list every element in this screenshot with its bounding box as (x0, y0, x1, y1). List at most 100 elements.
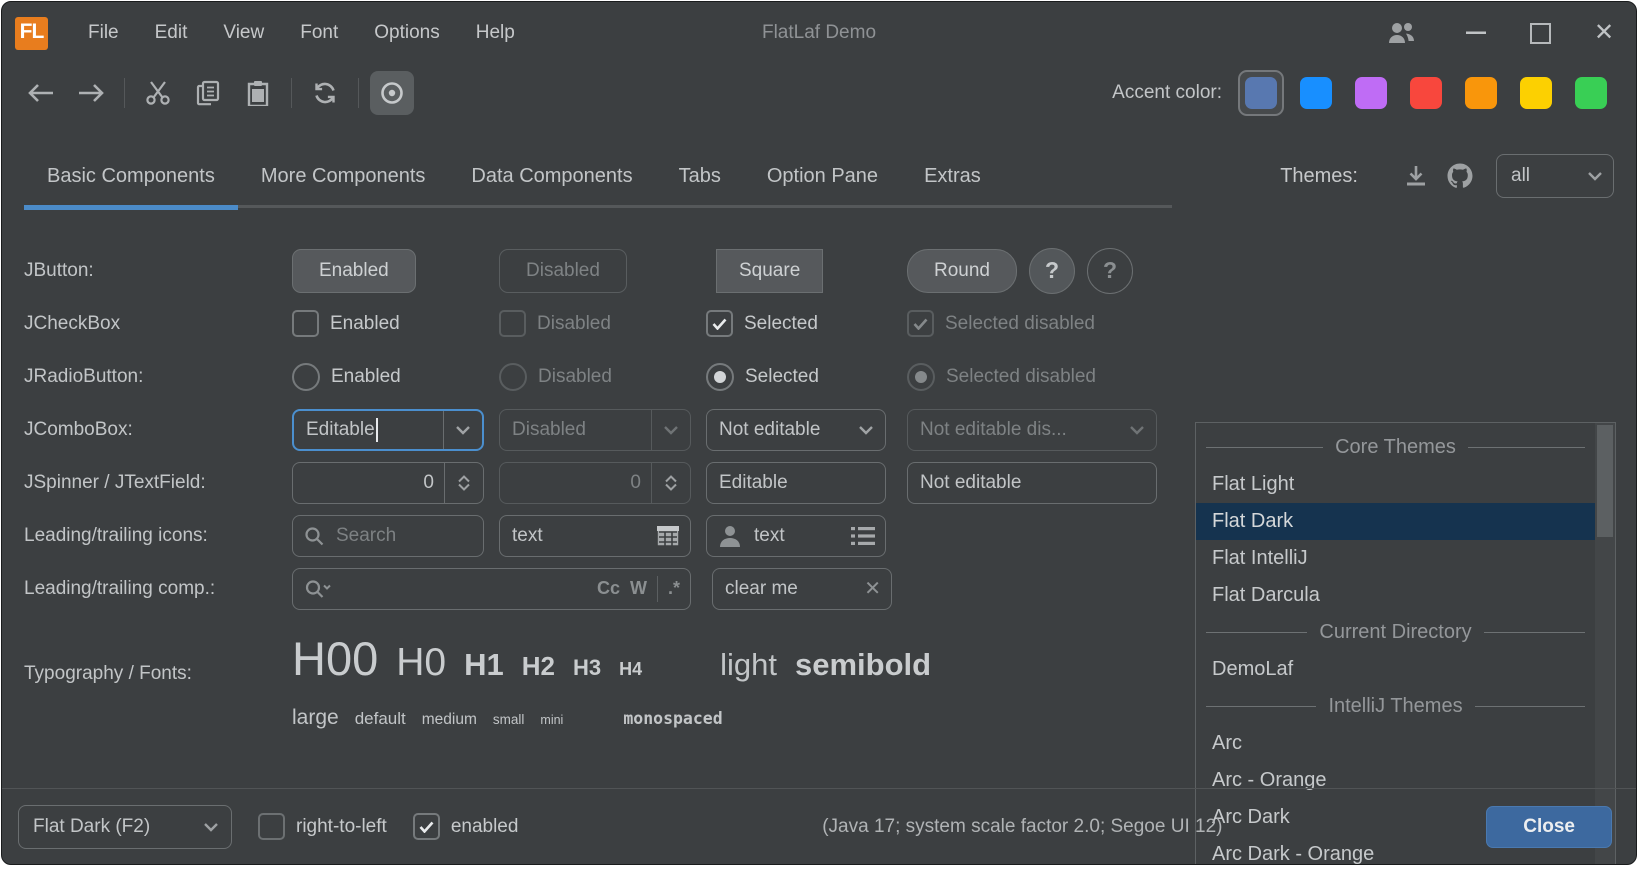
checkbox-selected[interactable]: Selected (706, 310, 818, 337)
weight-sample-light: light (720, 647, 777, 683)
combobox-not-editable[interactable]: Not editable (706, 409, 886, 451)
theme-filter-value: all (1497, 165, 1577, 187)
spinner-arrows-icon[interactable] (445, 463, 483, 503)
jradiobutton-row: JRadioButton: Enabled Disabled Selected … (24, 350, 1172, 403)
tab-more-components[interactable]: More Components (238, 142, 449, 210)
lookandfeel-combobox[interactable]: Flat Dark (F2) (18, 805, 232, 849)
theme-item-flat-light[interactable]: Flat Light (1196, 466, 1595, 503)
heading-sample-h3: H3 (573, 655, 601, 681)
menu-edit[interactable]: Edit (137, 2, 206, 64)
theme-filter-combobox[interactable]: all (1496, 154, 1614, 198)
maximize-button[interactable] (1508, 2, 1572, 64)
checkbox-enabled[interactable]: Enabled (292, 310, 400, 337)
close-button[interactable]: Close (1486, 806, 1612, 848)
theme-item-flat-dark[interactable]: Flat Dark (1196, 503, 1595, 540)
accent-swatch-purple[interactable] (1348, 70, 1394, 116)
enabled-button[interactable]: Enabled (292, 249, 416, 293)
menu-help[interactable]: Help (458, 2, 533, 64)
accent-swatch-yellow[interactable] (1513, 70, 1559, 116)
search-dropdown-icon[interactable] (304, 579, 332, 599)
combobox-disabled: Disabled (499, 409, 691, 451)
refresh-icon[interactable] (303, 71, 347, 115)
table-icon[interactable] (656, 525, 680, 547)
menu-view[interactable]: View (205, 2, 282, 64)
combobox-value: Disabled (500, 419, 651, 441)
chevron-down-icon (847, 410, 885, 450)
tab-extras[interactable]: Extras (901, 142, 1004, 210)
clear-icon[interactable]: ✕ (864, 576, 881, 601)
menu-file[interactable]: File (70, 2, 137, 64)
regex-button[interactable]: .* (668, 578, 680, 599)
heading-sample-h00: H00 (292, 631, 378, 686)
users-icon[interactable] (1370, 2, 1434, 64)
tab-data-components[interactable]: Data Components (448, 142, 655, 210)
combobox-not-editable-disabled: Not editable dis... (907, 409, 1157, 451)
checkmark-icon (907, 310, 934, 337)
paste-icon[interactable] (236, 71, 280, 115)
rtl-checkbox[interactable]: right-to-left (258, 813, 387, 840)
whole-word-button[interactable]: W (630, 578, 647, 599)
chevron-down-icon (191, 822, 231, 832)
radio-enabled[interactable]: Enabled (292, 363, 401, 391)
back-icon[interactable] (19, 71, 63, 115)
theme-item-arc[interactable]: Arc (1196, 725, 1595, 762)
forward-icon[interactable] (69, 71, 113, 115)
scrollbar-thumb[interactable] (1597, 425, 1613, 537)
radio-selected[interactable]: Selected (706, 363, 819, 391)
text-field-person[interactable]: text (706, 515, 886, 557)
round-button[interactable]: Round (907, 249, 1017, 293)
theme-item-demolaf[interactable]: DemoLaf (1196, 651, 1595, 688)
themes-separator: Current Directory (1196, 614, 1595, 651)
window-buttons: ✕ (1370, 2, 1636, 64)
minimize-button[interactable] (1444, 2, 1508, 64)
close-window-button[interactable]: ✕ (1572, 2, 1636, 64)
spinner-value[interactable]: 0 (293, 472, 444, 494)
size-sample-small: small (493, 712, 525, 727)
size-sample-mini: mini (540, 713, 563, 727)
cut-icon[interactable] (136, 71, 180, 115)
status-info: (Java 17; system scale factor 2.0; Segoe… (518, 816, 1486, 838)
clear-me-input[interactable]: clear me ✕ (712, 568, 892, 610)
github-icon[interactable] (1438, 154, 1482, 198)
leading-trailing-comp-row: Leading/trailing comp.: Cc W .* clear me… (24, 562, 1172, 615)
combobox-editable[interactable]: Editable (292, 409, 484, 451)
theme-item-flat-intellij[interactable]: Flat IntelliJ (1196, 540, 1595, 577)
accent-swatch-blue[interactable] (1293, 70, 1339, 116)
jcheckbox-label: JCheckBox (24, 313, 292, 335)
toolbar: Accent color: (2, 64, 1636, 122)
tab-option-pane[interactable]: Option Pane (744, 142, 901, 210)
accent-swatch-green[interactable] (1568, 70, 1614, 116)
textfield-editable[interactable]: Editable (706, 462, 886, 504)
menu-options[interactable]: Options (356, 2, 457, 64)
theme-item-flat-darcula[interactable]: Flat Darcula (1196, 577, 1595, 614)
chevron-down-icon[interactable] (444, 411, 482, 449)
download-icon[interactable] (1394, 154, 1438, 198)
show-icon[interactable] (370, 71, 414, 115)
accent-swatch-red[interactable] (1403, 70, 1449, 116)
size-sample-default: default (355, 709, 406, 729)
help-button[interactable]: ? (1029, 248, 1075, 294)
match-case-button[interactable]: Cc (597, 578, 620, 599)
checkbox-box (292, 310, 319, 337)
tab-basic-components[interactable]: Basic Components (24, 142, 238, 210)
text-field-table-icon[interactable]: text (499, 515, 691, 557)
text-caret (376, 418, 378, 442)
enabled-checkbox[interactable]: enabled (413, 813, 519, 840)
typography-headings: H00H0H1H2H3H4lightsemibold (292, 631, 931, 686)
search-input[interactable]: Search (292, 515, 484, 557)
accent-swatch-default[interactable] (1238, 70, 1284, 116)
square-button[interactable]: Square (716, 249, 823, 293)
radio-circle (292, 363, 320, 391)
copy-icon[interactable] (186, 71, 230, 115)
search-with-options-input[interactable]: Cc W .* (292, 568, 691, 610)
spinner[interactable]: 0 (292, 462, 484, 504)
menu-font[interactable]: Font (282, 2, 356, 64)
help-button-outline[interactable]: ? (1087, 248, 1133, 294)
app-logo-icon: FL (15, 17, 48, 50)
accent-swatch-color (1300, 77, 1332, 109)
tabstrip: Basic ComponentsMore ComponentsData Comp… (2, 142, 1636, 210)
list-icon[interactable] (851, 526, 875, 546)
checkbox-label: Disabled (537, 313, 611, 335)
tab-tabs[interactable]: Tabs (656, 142, 744, 210)
accent-swatch-orange[interactable] (1458, 70, 1504, 116)
